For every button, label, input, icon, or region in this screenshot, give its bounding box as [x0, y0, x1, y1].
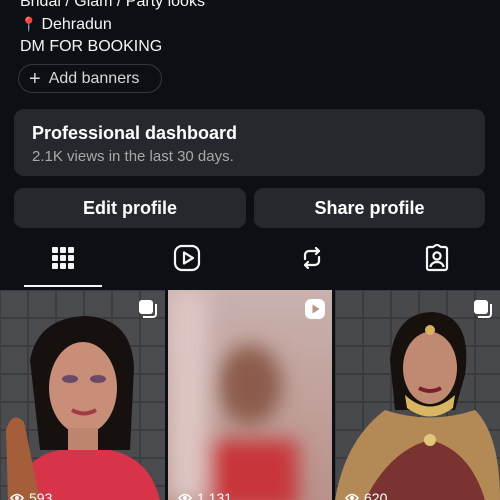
- share-profile-button[interactable]: Share profile: [254, 188, 485, 228]
- post-thumbnail[interactable]: 620: [335, 290, 500, 500]
- reposts-icon: [303, 246, 321, 270]
- post-photo-bridal-look: [335, 290, 500, 500]
- active-tab-indicator: [24, 285, 102, 287]
- tab-posts-grid[interactable]: [48, 240, 78, 276]
- post-photo-blurred-reel: [168, 290, 332, 500]
- dashboard-subtitle: 2.1K views in the last 30 days.: [32, 148, 234, 165]
- add-banners-button[interactable]: + Add banners: [18, 64, 162, 93]
- post-views: 593: [10, 490, 52, 500]
- post-views: 1,131: [178, 490, 232, 500]
- reel-icon: [305, 299, 325, 319]
- plus-icon: +: [29, 67, 41, 90]
- bio-line-cta: DM FOR BOOKING: [20, 38, 163, 55]
- posts-grid: 593 1,131 620: [0, 290, 500, 500]
- post-thumbnail[interactable]: 593: [0, 290, 165, 500]
- grid-icon: [52, 247, 74, 269]
- pin-icon: 📍: [20, 16, 38, 32]
- tab-tagged[interactable]: [422, 240, 452, 276]
- post-views-count: 1,131: [197, 490, 233, 500]
- bio-line-location: 📍 Dehradun: [20, 13, 205, 36]
- carousel-icon: [474, 300, 492, 318]
- tagged-icon: [425, 244, 449, 272]
- post-views: 620: [345, 490, 387, 500]
- views-icon: [178, 493, 192, 500]
- bio-location: Dehradun: [41, 16, 112, 33]
- views-icon: [345, 493, 359, 500]
- post-photo-makeup-portrait: [0, 290, 165, 500]
- profile-bio: Bridal / Glam / Party looks 📍 Dehradun DM…: [20, 0, 205, 58]
- views-icon: [10, 493, 24, 500]
- add-banners-label: Add banners: [48, 69, 140, 87]
- post-thumbnail[interactable]: 1,131: [168, 290, 332, 500]
- post-views-count: 593: [29, 490, 53, 500]
- carousel-icon: [139, 300, 157, 318]
- tab-reels[interactable]: [172, 240, 202, 276]
- bio-line-styles: Bridal / Glam / Party looks: [20, 0, 205, 10]
- edit-profile-button[interactable]: Edit profile: [14, 188, 246, 228]
- post-views-count: 620: [364, 490, 388, 500]
- dashboard-title: Professional dashboard: [32, 123, 238, 143]
- professional-dashboard[interactable]: Professional dashboard 2.1K views in the…: [14, 109, 485, 176]
- tab-reposts[interactable]: [297, 240, 327, 276]
- reels-icon: [173, 244, 201, 272]
